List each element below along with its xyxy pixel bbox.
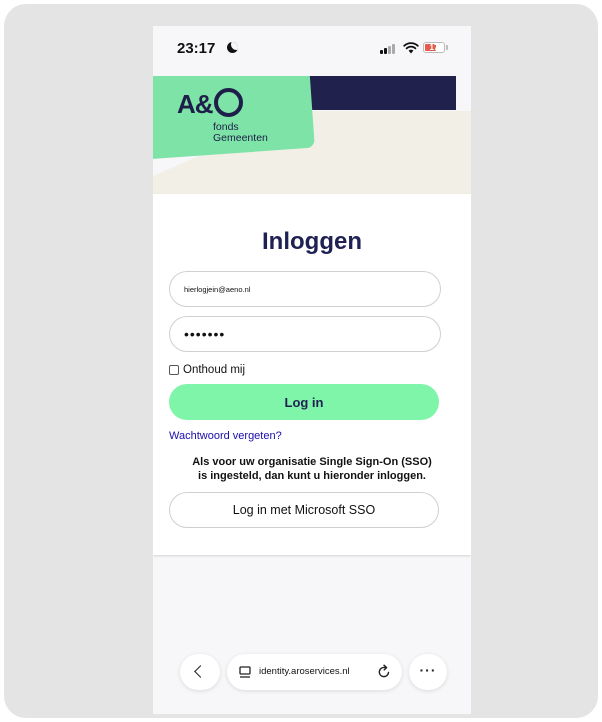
device-frame: 23:17 17 A& fonds Gemeenten Inloggen hie…: [4, 4, 598, 718]
remember-me-checkbox[interactable]: [169, 365, 179, 375]
chevron-left-icon: [194, 665, 207, 678]
more-options-button[interactable]: ···: [409, 654, 447, 690]
browser-toolbar: identity.aroservices.nl ···: [153, 646, 471, 696]
status-bar: 23:17 17: [153, 26, 471, 76]
header-navy-bar: [293, 76, 456, 110]
login-card: Inloggen Onthoud mij Log in Wachtwoord v…: [153, 194, 471, 555]
logo-line-gemeenten: Gemeenten: [213, 132, 268, 144]
url-text[interactable]: identity.aroservices.nl: [259, 666, 350, 677]
logo-mark-text: A&: [177, 89, 214, 119]
cellular-signal-icon: [380, 44, 396, 54]
back-button[interactable]: [180, 654, 220, 690]
logo-subtitle: fonds Gemeenten: [213, 122, 268, 144]
more-options-icon: ···: [419, 662, 437, 678]
page-title: Inloggen: [262, 228, 362, 255]
site-header: A& fonds Gemeenten: [153, 76, 471, 194]
phone-screen: 23:17 17 A& fonds Gemeenten Inloggen hie…: [153, 26, 471, 714]
remember-me-label[interactable]: Onthoud mij: [183, 364, 245, 376]
battery-icon: 17: [423, 42, 445, 53]
reload-icon[interactable]: [377, 664, 391, 680]
email-field[interactable]: [169, 271, 441, 307]
forgot-password-link[interactable]: Wachtwoord vergeten?: [169, 430, 282, 442]
tabs-icon: [239, 666, 251, 678]
status-time: 23:17: [177, 40, 216, 57]
remember-me-row[interactable]: Onthoud mij: [169, 363, 245, 377]
wifi-icon: [403, 42, 419, 54]
login-button[interactable]: Log in: [169, 384, 439, 420]
address-bar[interactable]: identity.aroservices.nl: [227, 654, 402, 690]
do-not-disturb-moon-icon: [227, 42, 238, 53]
password-field[interactable]: [169, 316, 441, 352]
sso-info-text: Als voor uw organisatie Single Sign-On (…: [153, 455, 471, 483]
logo: A&: [177, 88, 243, 120]
microsoft-sso-button[interactable]: Log in met Microsoft SSO: [169, 492, 439, 528]
sso-info-line-2: is ingesteld, dan kunt u hieronder inlog…: [198, 470, 426, 482]
battery-level: 17: [429, 43, 439, 52]
logo-o-ring: [213, 88, 243, 117]
sso-info-line-1: Als voor uw organisatie Single Sign-On (…: [192, 456, 432, 468]
